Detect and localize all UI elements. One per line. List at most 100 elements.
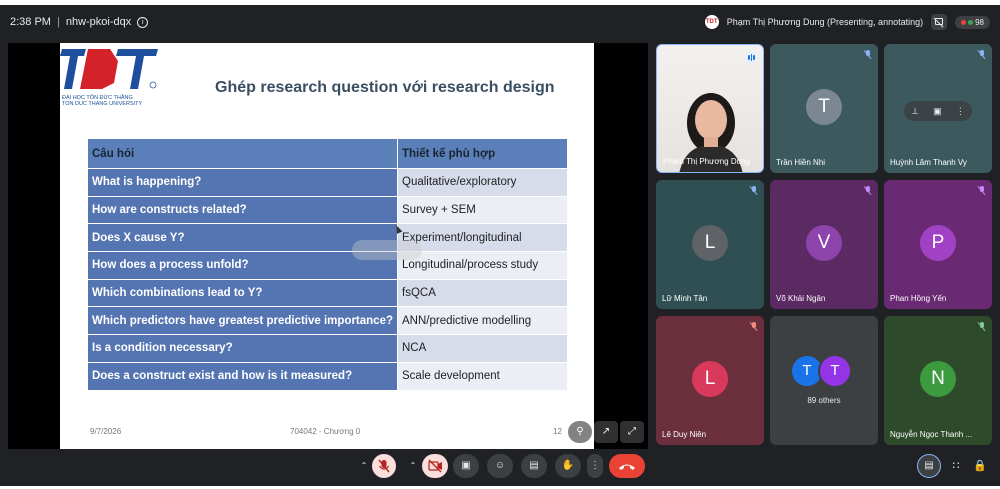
hang-up-icon: [619, 464, 635, 470]
participant-name: Võ Khải Ngân: [776, 294, 826, 303]
meet-window: 2:38 PM | nhw-pkoi-dqx i TDT Phạm Thị Ph…: [0, 5, 1000, 486]
participant-tile[interactable]: V Võ Khải Ngân: [770, 180, 878, 309]
table-row: How are constructs related? Survey + SEM: [87, 195, 568, 225]
question-cell: Does a construct exist and how is it mea…: [87, 361, 398, 391]
tile-hover-controls: ⊥ ▣ ⋮: [904, 101, 972, 121]
mic-off-icon: [863, 49, 872, 60]
present-icon: ▣: [461, 460, 471, 471]
presenter-status: TDT Phạm Thị Phương Dung (Presenting, an…: [704, 14, 990, 30]
meeting-info: 2:38 PM | nhw-pkoi-dqx i: [10, 16, 149, 28]
research-table: Câu hỏi Thiết kế phù hợp What is happeni…: [87, 138, 568, 391]
table-row: Does X cause Y? Experiment/longitudinal: [87, 223, 568, 253]
design-cell: Longitudinal/process study: [397, 251, 568, 280]
mic-off-icon: [977, 49, 986, 60]
pin-icon[interactable]: ⊥: [911, 106, 919, 117]
avatar: V: [806, 225, 842, 261]
design-cell: Qualitative/exploratory: [397, 168, 568, 197]
table-row: How does a process unfold? Longitudinal/p…: [87, 251, 568, 280]
table-row: Which predictors have greatest predictiv…: [87, 306, 568, 336]
chat-icon: ▤: [924, 460, 934, 471]
participant-name: Lữ Minh Tân: [662, 294, 708, 303]
participant-name: Nguyễn Ngọc Thanh ...: [890, 430, 973, 439]
participant-tile[interactable]: ⊥ ▣ ⋮ Huỳnh Lâm Thanh Vy: [884, 44, 992, 173]
presentation-stage: ĐẠI HỌC TÔN ĐỨC THẮNG TON DUC THANG UNIV…: [8, 43, 648, 449]
popout-icon[interactable]: ↗: [594, 421, 618, 443]
audio-options-chevron-icon[interactable]: ⌃: [356, 454, 372, 478]
mic-off-icon: [378, 459, 390, 473]
participant-name: Phạm Thị Phương Dung: [663, 157, 750, 166]
captions-button[interactable]: ▤: [521, 454, 547, 478]
annotation-toolbar-ghost: [352, 240, 422, 260]
speaking-indicator-icon: [745, 51, 757, 63]
separator: |: [56, 16, 60, 28]
table-header-row: Câu hỏi Thiết kế phù hợp: [87, 138, 568, 169]
chat-button[interactable]: ▤: [917, 454, 941, 478]
avatar: T: [806, 89, 842, 125]
mic-off-icon: [977, 185, 986, 196]
slide-footer-date: 9/7/2026: [90, 427, 122, 436]
bottom-controls: ⌃ ⌃ ▣ ☺ ▤ ✋ ⋮ ▤ ∷ 🔒: [0, 451, 1000, 486]
header-question: Câu hỏi: [87, 138, 398, 169]
participant-name: Phan Hồng Yến: [890, 294, 947, 303]
more-options-button[interactable]: ⋮: [587, 454, 603, 478]
zoom-icon[interactable]: ⚲: [568, 421, 592, 443]
design-cell: Scale development: [397, 361, 568, 391]
participant-tile[interactable]: L Lữ Minh Tân: [656, 180, 764, 309]
frame-icon[interactable]: ▣: [933, 106, 942, 117]
mic-off-icon: [977, 321, 986, 332]
hand-icon: ✋: [561, 460, 575, 471]
dot-icon: [961, 19, 967, 25]
question-cell: Is a condition necessary?: [87, 334, 398, 363]
participant-name: Huỳnh Lâm Thanh Vy: [890, 158, 967, 167]
question-cell: Which predictors have greatest predictiv…: [87, 306, 398, 336]
header-design: Thiết kế phù hợp: [397, 138, 568, 169]
fullscreen-icon[interactable]: ⤢: [620, 421, 644, 443]
participant-count: 98: [975, 17, 984, 27]
participant-video: [679, 93, 743, 172]
design-cell: Experiment/longitudinal: [397, 223, 568, 253]
participant-tile[interactable]: T Trần Hiền Nhi: [770, 44, 878, 173]
presenter-avatar-icon: TDT: [704, 15, 719, 29]
presenter-label: Phạm Thị Phương Dung (Presenting, annota…: [726, 17, 924, 27]
slide-title: Ghép research question với research desi…: [215, 79, 555, 96]
others-avatars: T T: [792, 354, 856, 388]
reactions-button[interactable]: ☺: [487, 454, 513, 478]
people-button[interactable]: 98: [955, 15, 990, 29]
camera-toggle-button[interactable]: [422, 454, 448, 478]
stage-controls: ⚲ ↗ ⤢: [568, 421, 644, 443]
table-row: What is happening? Qualitative/explorator…: [87, 168, 568, 197]
logo-line-2: TON DUC THANG UNIVERSITY: [62, 101, 143, 107]
mic-off-icon: [749, 185, 758, 196]
design-cell: fsQCA: [397, 278, 568, 308]
question-cell: Does X cause Y?: [87, 223, 398, 253]
avatar: L: [692, 225, 728, 261]
stop-presenting-icon[interactable]: [931, 14, 948, 30]
captions-icon: ▤: [529, 460, 539, 471]
meeting-code: nhw-pkoi-dqx: [65, 16, 132, 28]
present-button[interactable]: ▣: [453, 454, 479, 478]
logo-caption: ĐẠI HỌC TÔN ĐỨC THẮNG TON DUC THANG UNIV…: [62, 95, 142, 107]
participant-tile[interactable]: Phạm Thị Phương Dung: [656, 44, 764, 173]
leave-call-button[interactable]: [609, 454, 645, 478]
others-tile[interactable]: T T 89 others: [770, 316, 878, 445]
video-options-chevron-icon[interactable]: ⌃: [405, 454, 421, 478]
slide-page-number: 12: [553, 427, 562, 436]
slide-footer-course: 704042 - Chương 0: [290, 427, 361, 436]
avatar: T: [818, 354, 852, 388]
info-icon[interactable]: i: [137, 16, 149, 28]
design-cell: ANN/predictive modelling: [397, 306, 568, 336]
design-cell: Survey + SEM: [397, 195, 568, 225]
avatar: P: [920, 225, 956, 261]
table-row: Is a condition necessary? NCA: [87, 334, 568, 363]
participant-tile[interactable]: N Nguyễn Ngọc Thanh ...: [884, 316, 992, 445]
mic-toggle-button[interactable]: [372, 454, 396, 478]
participant-tile[interactable]: P Phan Hồng Yến: [884, 180, 992, 309]
dot-icon: [968, 19, 974, 25]
apps-grid-icon[interactable]: ∷: [948, 454, 964, 478]
participant-tile[interactable]: L Lê Duy Niên: [656, 316, 764, 445]
question-cell: What is happening?: [87, 168, 398, 197]
more-vert-icon[interactable]: ⋮: [956, 106, 965, 117]
raise-hand-button[interactable]: ✋: [555, 454, 581, 478]
host-controls-lock-icon[interactable]: 🔒: [972, 454, 988, 478]
camera-off-icon: [428, 459, 442, 473]
